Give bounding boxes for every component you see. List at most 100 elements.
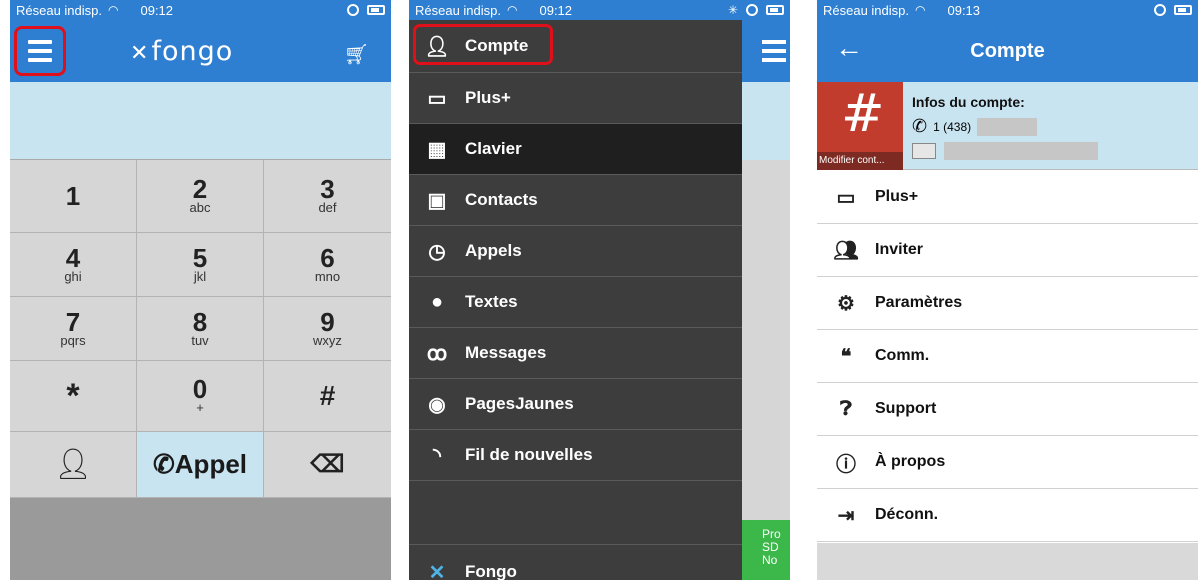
cart-icon[interactable]: 🛒︎ <box>344 42 369 67</box>
clock-label: 09:13 <box>947 2 981 18</box>
backspace-icon: ⌫ <box>310 451 345 478</box>
dial-keypad: 1 2 abc 3 def 4 ghi 5 jkl 6 mno 7 pqrs 8 tuv 9w… <box>10 160 391 498</box>
mail-icon <box>912 143 936 159</box>
avatar[interactable]: # Modifier cont... <box>817 82 903 170</box>
status-bar: Réseau indisp. ◠ 09:12 ✳ <box>409 0 790 20</box>
contacts-icon: ▣ <box>427 189 447 212</box>
key-6[interactable]: 6 mno <box>264 233 391 297</box>
phone-screen-menu: Réseau indisp. ◠ 09:12 ✳ 👤︎ Compte ▭ Plus+… <box>409 0 790 580</box>
top-navbar: ← Compte <box>817 20 1198 82</box>
butterfly-icon: ✕ <box>130 41 150 66</box>
fongo-logo: ✕fongo <box>130 36 234 67</box>
wifi-icon: ◠ <box>915 3 926 17</box>
status-bar: Réseau indisp. ◠ 09:12 <box>10 0 391 20</box>
wifi-icon: ◠ <box>507 3 518 17</box>
phone-icon: ✆ <box>152 449 175 479</box>
menu-item-fil-de-nouvelles[interactable]: ◝ Fil de nouvelles <box>409 430 742 481</box>
rotation-lock-icon <box>746 4 758 16</box>
account-email-row <box>912 142 1098 160</box>
rss-icon: ◝ <box>433 444 441 467</box>
account-phone-row: ✆ 1 (438) <box>912 116 1038 137</box>
redacted-phone <box>977 117 1038 136</box>
list-item-a-propos[interactable]: ⓘ À propos <box>817 436 1198 489</box>
question-icon: ❓︎ <box>839 397 853 420</box>
key-7[interactable]: 7 pqrs <box>10 297 137 361</box>
menu-item-textes[interactable]: ● Textes <box>409 277 742 328</box>
list-item-comm[interactable]: ❝ Comm. <box>817 330 1198 383</box>
underlying-screen-edge: Pro SD No <box>742 20 790 580</box>
carrier-label: Réseau indisp. <box>16 2 102 18</box>
dial-number-display <box>10 82 391 160</box>
backspace-button[interactable]: ⌫ <box>264 432 391 498</box>
key-hash[interactable]: # <box>264 361 391 432</box>
carrier-label: Réseau indisp. <box>415 2 501 18</box>
key-4[interactable]: 4 ghi <box>10 233 137 297</box>
modify-contact-label[interactable]: Modifier cont... <box>817 152 903 170</box>
key-3[interactable]: 3 def <box>264 160 391 233</box>
clock-label: 09:12 <box>140 2 174 18</box>
bottom-area <box>10 498 391 580</box>
key-1[interactable]: 1 <box>10 160 137 233</box>
wifi-icon: ◠ <box>108 3 119 17</box>
account-info-title: Infos du compte: <box>912 94 1025 110</box>
voicemail-icon: ꝏ <box>426 342 448 365</box>
phone-screen-account: Réseau indisp. ◠ 09:13 ← Compte # Modifi… <box>817 0 1198 580</box>
logout-icon: ⇥ <box>837 504 855 527</box>
carrier-label: Réseau indisp. <box>823 2 909 18</box>
chat-bubble-icon: ● <box>430 290 444 313</box>
phone-icon: ✆ <box>912 116 928 136</box>
menu-item-compte[interactable]: 👤︎ Compte <box>409 20 742 73</box>
clock-icon: ◷ <box>428 240 446 263</box>
redacted-email <box>944 142 1098 160</box>
key-9[interactable]: 9 wxyz <box>264 297 391 361</box>
hamburger-menu-button[interactable] <box>14 26 66 76</box>
side-menu: 👤︎ Compte ▭ Plus+ ▦ Clavier ▣ Contacts ◷ Appe… <box>409 20 742 580</box>
phone-number-prefix: 1 (438) <box>933 119 972 134</box>
rotation-lock-icon <box>347 4 359 16</box>
butterfly-icon: ✕ <box>428 561 446 580</box>
clock-label: 09:12 <box>539 2 573 18</box>
person-icon: 👤︎ <box>53 448 93 481</box>
phone-screen-keypad: Réseau indisp. ◠ 09:12 ✕fongo 🛒︎ 1 2 abc … <box>10 0 391 580</box>
pagesjaunes-icon: ◉ <box>428 393 446 416</box>
status-bar: Réseau indisp. ◠ 09:13 <box>817 0 1198 20</box>
hamburger-menu-button[interactable] <box>762 40 786 62</box>
menu-item-contacts[interactable]: ▣ Contacts <box>409 175 742 226</box>
store-icon: ▭ <box>427 87 447 110</box>
info-icon: ⓘ <box>836 453 856 476</box>
loading-icon: ✳ <box>727 3 738 17</box>
gears-icon: ⚙ <box>837 292 855 315</box>
top-navbar: ✕fongo 🛒︎ <box>10 20 391 82</box>
account-menu-list: ▭ Plus+ 👥︎ Inviter ⚙ Paramètres ❝ Comm. ❓︎ Su… <box>817 171 1198 542</box>
hash-icon: # <box>841 84 885 144</box>
menu-item-messages[interactable]: ꝏ Messages <box>409 328 742 379</box>
menu-item-appels[interactable]: ◷ Appels <box>409 226 742 277</box>
bottom-area <box>817 543 1198 580</box>
list-item-inviter[interactable]: 👥︎ Inviter <box>817 224 1198 277</box>
menu-item-clavier[interactable]: ▦ Clavier <box>409 124 742 175</box>
contacts-button[interactable]: 👤︎ <box>10 432 137 498</box>
ad-banner[interactable]: Pro SD No <box>742 520 790 580</box>
menu-item-plus[interactable]: ▭ Plus+ <box>409 73 742 124</box>
battery-icon <box>766 5 784 15</box>
list-item-parametres[interactable]: ⚙ Paramètres <box>817 277 1198 330</box>
keypad-icon: ▦ <box>427 138 447 161</box>
key-0[interactable]: 0 + <box>137 361 264 432</box>
call-button[interactable]: ✆Appel <box>137 432 264 498</box>
key-8[interactable]: 8 tuv <box>137 297 264 361</box>
page-title: Compte <box>970 40 1045 62</box>
battery-icon <box>1174 5 1192 15</box>
thumbs-icon: ❝ <box>840 345 852 368</box>
key-star[interactable]: * <box>10 361 137 432</box>
rotation-lock-icon <box>1154 4 1166 16</box>
key-2[interactable]: 2 abc <box>137 160 264 233</box>
account-info-panel: # Modifier cont... Infos du compte: ✆ 1 … <box>817 82 1198 170</box>
people-icon: 👥︎ <box>833 239 859 262</box>
menu-item-fongo[interactable]: ✕ Fongo <box>409 545 742 580</box>
list-item-deconn[interactable]: ⇥ Déconn. <box>817 489 1198 542</box>
menu-item-pagesjaunes[interactable]: ◉ PagesJaunes <box>409 379 742 430</box>
list-item-plus[interactable]: ▭ Plus+ <box>817 171 1198 224</box>
list-item-support[interactable]: ❓︎ Support <box>817 383 1198 436</box>
menu-spacer <box>409 481 742 545</box>
key-5[interactable]: 5 jkl <box>137 233 264 297</box>
